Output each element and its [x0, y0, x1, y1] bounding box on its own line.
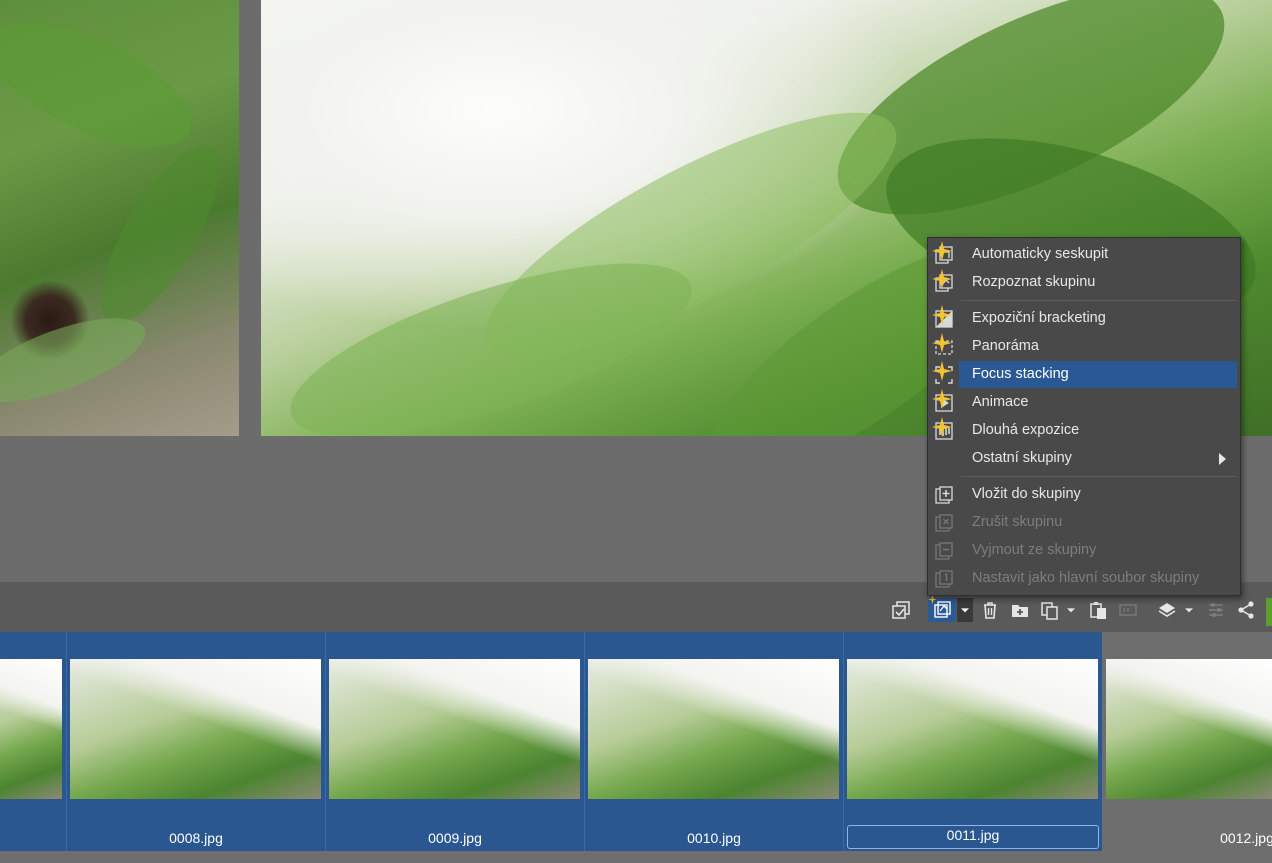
- menu-item-recognize-group[interactable]: Rozpoznat skupinu: [928, 269, 1240, 296]
- layers-icon[interactable]: [1155, 598, 1179, 622]
- thumbnail-0012[interactable]: 0012.jpg: [1102, 632, 1272, 851]
- share-icon[interactable]: [1234, 598, 1258, 622]
- chevron-down-icon: [1185, 608, 1193, 613]
- paste-icon[interactable]: [1086, 598, 1110, 622]
- auto-group-icon: [932, 241, 954, 265]
- thumbnail-0010[interactable]: 0010.jpg: [585, 632, 843, 851]
- menu-item-focus-stacking-row[interactable]: Focus stacking: [928, 361, 1240, 388]
- cancel-group-icon: [934, 513, 954, 533]
- chevron-down-icon: [1067, 608, 1075, 613]
- menu-item-auto-group[interactable]: Automaticky seskupit: [928, 241, 1240, 268]
- thumbnail-0008[interactable]: 0008.jpg: [67, 632, 325, 851]
- thumbnail-image: [70, 659, 321, 799]
- menu-item-cancel-group: Zrušit skupinu: [928, 509, 1240, 536]
- menu-item-remove-from-group: Vyjmout ze skupiny: [928, 537, 1240, 564]
- animation-icon: [932, 389, 954, 413]
- menu-item-label: Panoráma: [972, 338, 1039, 354]
- menu-item-label: Expoziční bracketing: [972, 310, 1106, 326]
- panorama-icon: [932, 333, 954, 357]
- filmstrip: 0008.jpg 0009.jpg 0010.jpg 0011.jpg 0012…: [0, 632, 1272, 863]
- chevron-down-icon: [961, 608, 969, 613]
- copy-icon[interactable]: [1038, 598, 1062, 622]
- menu-item-label: Rozpoznat skupinu: [972, 274, 1096, 290]
- menu-item-label: Vyjmout ze skupiny: [972, 542, 1097, 558]
- menu-item-animation[interactable]: Animace: [928, 389, 1240, 416]
- exposure-bracketing-icon: [932, 305, 954, 329]
- trash-icon[interactable]: [978, 598, 1002, 622]
- previous-photo-preview[interactable]: [0, 0, 239, 436]
- thumbnail-filename: 0010.jpg: [687, 830, 741, 846]
- select-check-icon[interactable]: [889, 598, 913, 622]
- menu-item-insert-into-group[interactable]: Vložit do skupiny: [928, 481, 1240, 508]
- copy-dropdown-button[interactable]: [1063, 598, 1079, 622]
- menu-separator: [961, 476, 1236, 477]
- menu-item-label: Vložit do skupiny: [972, 486, 1081, 502]
- menu-item-label: Ostatní skupiny: [972, 450, 1072, 466]
- thumbnail-image: [847, 659, 1098, 799]
- thumbnail-filename: 0011.jpg: [847, 825, 1099, 849]
- thumbnail-0011[interactable]: 0011.jpg: [844, 632, 1102, 851]
- group-context-menu: Automaticky seskupit Rozpoznat skupinu E…: [927, 237, 1241, 596]
- thumbnail-filename: 0009.jpg: [428, 830, 482, 846]
- submenu-arrow-icon: [1219, 453, 1226, 465]
- layers-dropdown-button[interactable]: [1181, 598, 1197, 622]
- thumbnail-0007[interactable]: [0, 632, 66, 851]
- menu-separator: [961, 300, 1236, 301]
- thumbnail-image: [0, 659, 62, 799]
- menu-item-other-groups[interactable]: Ostatní skupiny: [928, 445, 1240, 472]
- rename-icon: [1116, 598, 1140, 622]
- group-button[interactable]: [928, 595, 956, 622]
- menu-item-label: Automaticky seskupit: [972, 246, 1109, 262]
- long-exposure-icon: [932, 417, 954, 441]
- new-folder-icon[interactable]: [1008, 598, 1032, 622]
- thumbnail-filename: 0012.jpg: [1220, 830, 1272, 846]
- menu-item-label: Nastavit jako hlavní soubor skupiny: [972, 570, 1200, 586]
- thumbnail-image: [1106, 659, 1272, 799]
- menu-item-label: Focus stacking: [972, 366, 1069, 382]
- menu-item-label: Zrušit skupinu: [972, 514, 1063, 530]
- menu-item-set-main-file: Nastavit jako hlavní soubor skupiny: [928, 565, 1240, 592]
- sparkle-icon: [928, 595, 937, 604]
- adjust-icon: [1204, 598, 1228, 622]
- menu-item-label: Dlouhá expozice: [972, 422, 1080, 438]
- thumbnail-filename: 0008.jpg: [169, 830, 223, 846]
- group-dropdown-button[interactable]: [957, 598, 973, 622]
- remove-from-group-icon: [934, 541, 954, 561]
- menu-item-label: Animace: [972, 394, 1029, 410]
- thumbnail-image: [588, 659, 839, 799]
- set-main-file-icon: [934, 569, 954, 589]
- menu-item-panorama[interactable]: Panoráma: [928, 333, 1240, 360]
- panel-edge-indicator: [1266, 598, 1272, 626]
- focus-stacking-icon: [932, 361, 954, 385]
- recognize-group-icon: [932, 269, 954, 293]
- insert-into-group-icon: [934, 485, 954, 505]
- thumbnail-0009[interactable]: 0009.jpg: [326, 632, 584, 851]
- thumbnail-image: [329, 659, 580, 799]
- menu-item-exposure-bracketing[interactable]: Expoziční bracketing: [928, 305, 1240, 332]
- menu-item-long-exposure[interactable]: Dlouhá expozice: [928, 417, 1240, 444]
